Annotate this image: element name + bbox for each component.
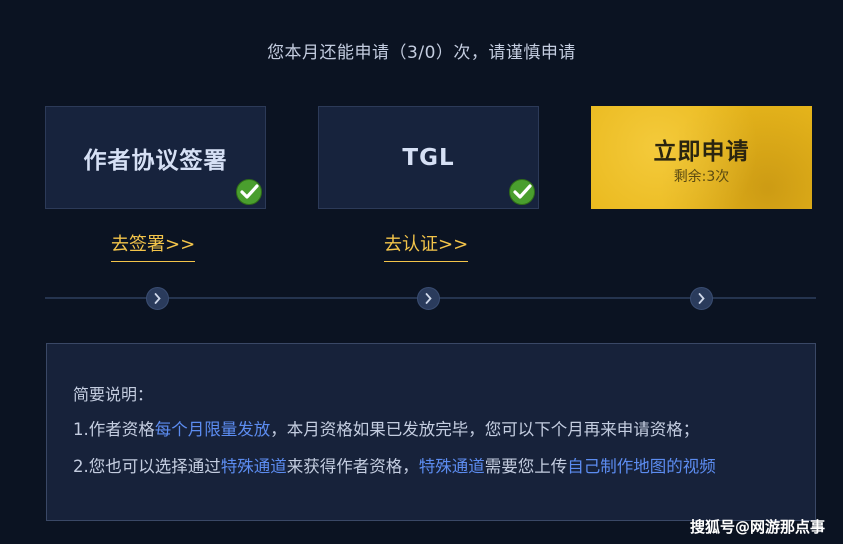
special-channel-link[interactable]: 特殊通道 xyxy=(419,457,485,476)
check-icon xyxy=(509,179,535,205)
author-agreement-title: 作者协议签署 xyxy=(83,147,228,174)
go-sign-link[interactable]: 去签署>> xyxy=(111,230,196,262)
info-line-2: 2.您也可以选择通过特殊通道来获得作者资格，特殊通道需要您上传自己制作地图的视频 xyxy=(73,453,716,477)
info-line-1-prefix: 1.作者资格 xyxy=(73,420,155,439)
info-heading: 简要说明： xyxy=(73,385,154,404)
special-channel-link[interactable]: 特殊通道 xyxy=(221,457,287,476)
info-line-1-highlight: 每个月限量发放 xyxy=(154,420,271,439)
info-line-1: 1.作者资格每个月限量发放，本月资格如果已发放完毕，您可以下个月再来申请资格； xyxy=(73,416,699,440)
apply-now-label: 立即申请 xyxy=(653,138,750,165)
chevron-right-icon xyxy=(417,287,440,310)
apply-notice: 您本月还能申请（3/0）次，请谨慎申请 xyxy=(267,43,576,63)
author-agreement-card[interactable]: 作者协议签署 xyxy=(45,106,266,209)
apply-now-button[interactable]: 立即申请 剩余:3次 xyxy=(591,106,812,209)
info-line-2-prefix: 2.您也可以选择通过 xyxy=(73,457,221,476)
info-line-2-mid1: 来获得作者资格， xyxy=(286,457,419,476)
remaining-count: 剩余:3次 xyxy=(673,168,730,185)
info-panel: 简要说明： 1.作者资格每个月限量发放，本月资格如果已发放完毕，您可以下个月再来… xyxy=(46,343,816,521)
watermark: 搜狐号@网游那点事 xyxy=(689,518,825,536)
check-icon xyxy=(236,179,262,205)
tgl-title: TGL xyxy=(402,144,455,171)
chevron-right-icon xyxy=(690,287,713,310)
chevron-right-icon xyxy=(146,287,169,310)
go-verify-link[interactable]: 去认证>> xyxy=(384,230,469,262)
map-video-link[interactable]: 自己制作地图的视频 xyxy=(567,457,716,476)
info-line-1-suffix: ，本月资格如果已发放完毕，您可以下个月再来申请资格； xyxy=(270,420,700,439)
info-line-2-mid2: 需要您上传 xyxy=(484,457,568,476)
tgl-card[interactable]: TGL xyxy=(318,106,539,209)
